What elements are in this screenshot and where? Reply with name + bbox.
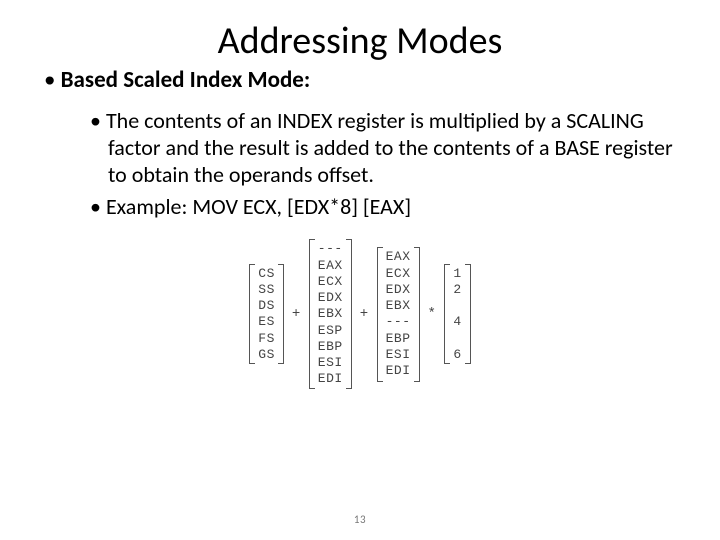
scale-col: 1 2 4 6 — [450, 264, 464, 365]
index-item: EAX — [386, 249, 411, 265]
body-list: The contents of an INDEX register is mul… — [90, 108, 690, 221]
base-item: EBP — [318, 339, 343, 355]
segment-col: CS SS DS ES FS GS — [255, 264, 278, 366]
base-item: EBX — [318, 306, 343, 322]
index-item: EBP — [386, 331, 411, 347]
base-group: --- EAX ECX EDX EBX ESP EBP ESI EDI — [309, 239, 352, 389]
bracket-right-icon — [465, 264, 471, 364]
seg-item: ES — [258, 314, 275, 330]
index-item: ECX — [386, 266, 411, 282]
base-item: ECX — [318, 274, 343, 290]
index-item: EBX — [386, 298, 411, 314]
scale-item: 4 — [453, 314, 461, 330]
seg-item: DS — [258, 298, 275, 314]
base-item: EDX — [318, 290, 343, 306]
base-col: --- EAX ECX EDX EBX ESP EBP ESI EDI — [315, 239, 346, 389]
base-item: ESI — [318, 355, 343, 371]
index-group: EAX ECX EDX EBX --- EBP ESI EDI — [377, 247, 420, 382]
index-item: --- — [386, 314, 411, 330]
index-item: ESI — [386, 347, 411, 363]
index-col: EAX ECX EDX EBX --- EBP ESI EDI — [383, 247, 414, 381]
star-op: * — [420, 306, 445, 322]
index-item: EDX — [386, 282, 411, 298]
base-item: --- — [318, 241, 343, 257]
plus-op-1: + — [284, 306, 309, 322]
base-item: EAX — [318, 258, 343, 274]
scale-group: 1 2 4 6 — [444, 264, 470, 365]
index-item: EDI — [386, 363, 411, 379]
subheading: Based Scaled Index Mode: — [44, 66, 690, 94]
seg-item: CS — [258, 266, 275, 282]
base-item: EDI — [318, 371, 343, 387]
slide-title: Addressing Modes — [30, 18, 690, 64]
plus-op-2: + — [352, 306, 377, 322]
seg-item: SS — [258, 282, 275, 298]
scale-item: 6 — [453, 347, 461, 363]
bullet-example: Example: MOV ECX, [EDX*8] [EAX] — [90, 194, 690, 221]
base-item: ESP — [318, 323, 343, 339]
scale-item: 1 — [453, 266, 461, 282]
seg-item: FS — [258, 331, 275, 347]
page-number: 13 — [0, 513, 720, 526]
scale-item: 2 — [453, 282, 461, 298]
addressing-diagram: CS SS DS ES FS GS + --- EAX ECX EDX EBX … — [100, 239, 620, 389]
bullet-description: The contents of an INDEX register is mul… — [90, 108, 690, 188]
segment-group: CS SS DS ES FS GS — [249, 264, 284, 366]
seg-item: GS — [258, 347, 275, 363]
